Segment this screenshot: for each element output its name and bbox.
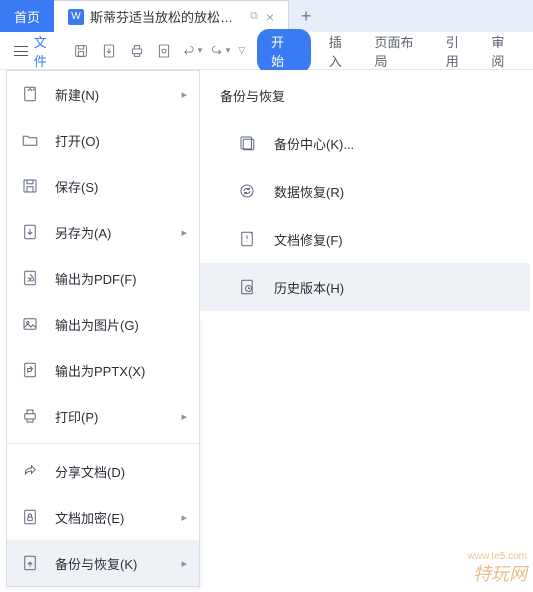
file-label: 文件: [34, 32, 60, 70]
file-menu-open[interactable]: 打开(O): [7, 117, 199, 163]
menu-separator: [7, 443, 199, 444]
file-menu-label: 输出为PPTX(X): [55, 361, 187, 380]
watermark-url: www.te5.com: [468, 551, 527, 562]
file-menu-label: 打印(P): [55, 407, 181, 426]
export-icon[interactable]: [99, 41, 119, 61]
file-menu-new[interactable]: 新建(N)▸: [7, 71, 199, 117]
pdf-icon: [19, 269, 41, 287]
submenu-history[interactable]: 历史版本(H): [200, 263, 530, 311]
caret-down-icon[interactable]: ▾: [198, 45, 203, 56]
file-menu-label: 输出为PDF(F): [55, 269, 187, 288]
pptx-icon: [19, 361, 41, 379]
ribbon-start[interactable]: 开始: [257, 29, 311, 73]
data-recover-icon: [236, 182, 258, 200]
saveas-icon: [19, 223, 41, 241]
file-menu: 新建(N)▸打开(O)保存(S)另存为(A)▸输出为PDF(F)输出为图片(G)…: [6, 70, 200, 587]
submenu-label: 备份中心(K)...: [274, 134, 354, 153]
tab-document-title: 斯蒂芬适当放松的放松的.docx: [90, 7, 240, 26]
backup-icon: [19, 554, 41, 572]
file-menu-button[interactable]: 文件: [6, 28, 67, 74]
file-menu-encrypt[interactable]: 文档加密(E)▸: [7, 494, 199, 540]
submenu-data-recover[interactable]: 数据恢复(R): [200, 167, 530, 215]
backup-submenu: 备份与恢复 备份中心(K)... 数据恢复(R) 文档修复(F) 历史版本(H): [200, 70, 530, 321]
print-icon: [19, 407, 41, 425]
tab-close-icon[interactable]: ×: [266, 9, 274, 25]
chevron-right-icon: ▸: [181, 226, 187, 239]
save-icon: [19, 177, 41, 195]
submenu-backup-center[interactable]: 备份中心(K)...: [200, 119, 530, 167]
file-menu-backup[interactable]: 备份与恢复(K)▸: [7, 540, 199, 586]
print-icon[interactable]: [127, 41, 147, 61]
open-icon: [19, 131, 41, 149]
caret-down-icon[interactable]: ▾: [226, 45, 231, 56]
chevron-right-icon: ▸: [181, 410, 187, 423]
chevron-right-icon: ▸: [181, 557, 187, 570]
word-doc-icon: W: [68, 9, 84, 25]
preview-icon[interactable]: [155, 41, 175, 61]
overflow-caret-icon[interactable]: ▽: [238, 45, 245, 56]
ribbon-references[interactable]: 引用: [436, 32, 482, 70]
submenu-title: 备份与恢复: [200, 80, 530, 119]
undo-button[interactable]: ▾: [182, 41, 202, 61]
submenu-label: 数据恢复(R): [274, 182, 344, 201]
ribbon-page-layout[interactable]: 页面布局: [364, 32, 435, 70]
file-menu-share[interactable]: 分享文档(D): [7, 448, 199, 494]
file-menu-save[interactable]: 保存(S): [7, 163, 199, 209]
file-menu-pdf[interactable]: 输出为PDF(F): [7, 255, 199, 301]
history-icon: [236, 278, 258, 296]
chevron-right-icon: ▸: [181, 88, 187, 101]
encrypt-icon: [19, 508, 41, 526]
tab-bar: 首页 W 斯蒂芬适当放松的放松的.docx ⧉ × +: [0, 0, 533, 32]
file-menu-label: 新建(N): [55, 85, 181, 104]
file-menu-label: 另存为(A): [55, 223, 181, 242]
tab-document[interactable]: W 斯蒂芬适当放松的放松的.docx ⧉ ×: [54, 0, 289, 32]
file-menu-print[interactable]: 打印(P)▸: [7, 393, 199, 439]
file-menu-label: 备份与恢复(K): [55, 554, 181, 573]
submenu-label: 历史版本(H): [274, 278, 344, 297]
file-menu-label: 文档加密(E): [55, 508, 181, 527]
file-menu-saveas[interactable]: 另存为(A)▸: [7, 209, 199, 255]
ribbon-review[interactable]: 审阅: [481, 32, 527, 70]
new-icon: [19, 85, 41, 103]
ribbon-insert[interactable]: 插入: [319, 32, 365, 70]
file-menu-label: 分享文档(D): [55, 462, 187, 481]
redo-button[interactable]: ▾: [210, 41, 230, 61]
submenu-label: 文档修复(F): [274, 230, 343, 249]
hamburger-icon: [14, 46, 28, 56]
backup-center-icon: [236, 134, 258, 152]
submenu-doc-repair[interactable]: 文档修复(F): [200, 215, 530, 263]
watermark: 特玩网: [473, 560, 527, 586]
tab-new[interactable]: +: [289, 0, 323, 32]
doc-repair-icon: [236, 230, 258, 248]
chevron-right-icon: ▸: [181, 511, 187, 524]
device-icon[interactable]: ⧉: [250, 10, 258, 23]
file-menu-label: 输出为图片(G): [55, 315, 187, 334]
file-menu-label: 保存(S): [55, 177, 187, 196]
image-icon: [19, 315, 41, 333]
share-icon: [19, 462, 41, 480]
toolbar: 文件 ▾ ▾ ▽ 开始 插入 页面布局 引用 审阅: [0, 32, 533, 70]
save-icon[interactable]: [71, 41, 91, 61]
file-menu-image[interactable]: 输出为图片(G): [7, 301, 199, 347]
file-menu-label: 打开(O): [55, 131, 187, 150]
file-menu-pptx[interactable]: 输出为PPTX(X): [7, 347, 199, 393]
